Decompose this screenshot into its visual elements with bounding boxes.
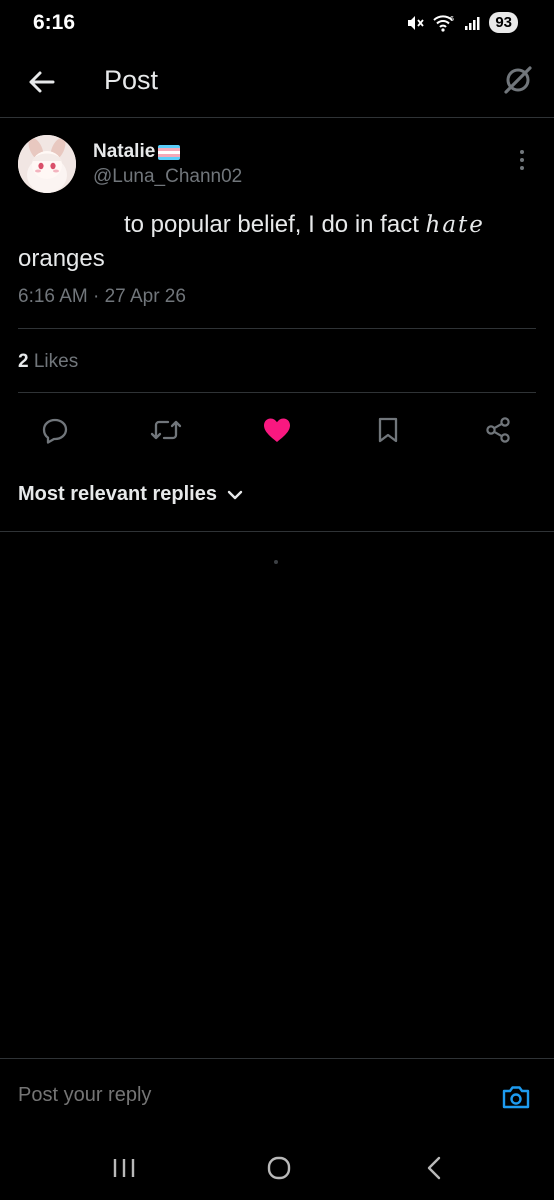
camera-icon: [502, 1086, 530, 1109]
home-button[interactable]: [259, 1150, 299, 1186]
status-bar: 6:16 6 93: [0, 0, 554, 48]
likes-label: Likes: [33, 351, 79, 372]
back-button[interactable]: [24, 65, 58, 99]
trans-flag-icon: [158, 144, 181, 160]
back-nav-button[interactable]: [414, 1150, 454, 1186]
share-icon: [486, 417, 510, 443]
back-chevron-icon: [427, 1156, 441, 1180]
signal-icon: [464, 15, 480, 31]
recent-apps-icon: [113, 1159, 135, 1177]
repost-button[interactable]: [146, 410, 186, 450]
divider: [18, 328, 536, 329]
likes-number: 2: [18, 351, 29, 372]
likes-count[interactable]: 2 Likes: [18, 351, 78, 373]
home-icon: [267, 1156, 291, 1180]
post-text: to popular belief, I do in fact hate ora…: [18, 208, 538, 276]
reply-input[interactable]: [18, 1084, 438, 1107]
reply-icon: [42, 418, 68, 444]
replies-sort-label: Most relevant replies: [18, 483, 217, 505]
post-text-handwritten: hate: [425, 212, 485, 238]
divider: [18, 392, 536, 393]
arrow-left-icon: [29, 71, 55, 93]
svg-text:6: 6: [450, 16, 454, 23]
post-text-main: to popular belief, I do in fact: [124, 211, 419, 238]
bookmark-icon: [378, 417, 398, 443]
grok-icon: [504, 66, 532, 94]
more-options-button[interactable]: [512, 148, 532, 172]
replies-sort-dropdown[interactable]: Most relevant replies: [18, 483, 243, 506]
screen: 6:16 6 93 Post Natalie @Luna_Chann02 to …: [0, 0, 554, 1200]
camera-button[interactable]: [498, 1079, 534, 1115]
like-button[interactable]: [257, 410, 297, 450]
user-handle[interactable]: @Luna_Chann02: [93, 166, 242, 188]
repost-icon: [150, 420, 182, 440]
system-nav-bar: [0, 1134, 554, 1200]
reply-button[interactable]: [35, 410, 75, 450]
reply-bar: [0, 1058, 554, 1134]
avatar[interactable]: [18, 135, 76, 193]
grok-button[interactable]: [500, 62, 536, 98]
header: Post: [0, 48, 554, 118]
recent-apps-button[interactable]: [104, 1150, 144, 1186]
status-time: 6:16: [33, 11, 76, 34]
wifi-6-icon: 6: [433, 14, 455, 32]
display-name-text: Natalie: [93, 141, 156, 162]
page-title: Post: [104, 65, 159, 95]
battery-icon: 93: [489, 12, 518, 33]
share-button[interactable]: [478, 410, 518, 450]
chevron-down-icon: [227, 490, 243, 499]
post-timestamp[interactable]: 6:16 AM · 27 Apr 26: [18, 286, 186, 308]
loading-indicator: [274, 560, 278, 564]
divider: [0, 531, 554, 532]
more-dot-icon: [520, 158, 524, 162]
more-dot-icon: [520, 166, 524, 170]
status-icons: 6 93: [406, 12, 518, 33]
post-actions: [0, 410, 554, 450]
post-text-end: oranges: [18, 245, 105, 272]
display-name[interactable]: Natalie: [93, 141, 181, 163]
heart-icon: [264, 418, 290, 442]
mute-icon: [406, 14, 425, 32]
bookmark-button[interactable]: [368, 410, 408, 450]
more-dot-icon: [520, 150, 524, 154]
